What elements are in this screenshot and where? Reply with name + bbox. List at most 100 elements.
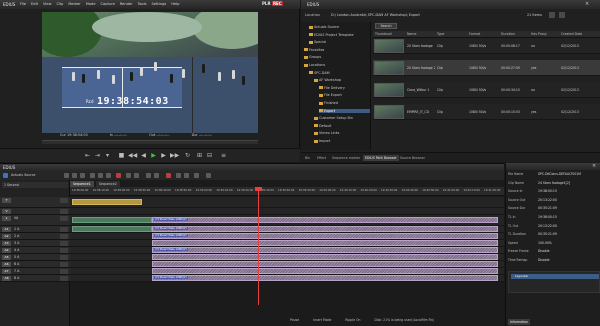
menu-clip[interactable]: Clip xyxy=(57,2,64,6)
set-in-icon[interactable]: ⇤ xyxy=(84,152,91,159)
play-mode-label[interactable]: PLR xyxy=(262,1,271,6)
track-toggle-icon[interactable] xyxy=(60,241,68,246)
scale-selector[interactable]: 1 Second xyxy=(2,182,68,188)
track-lane[interactable]: [V] Stuart Wale 1080i[2] xyxy=(70,275,504,282)
track-lane[interactable] xyxy=(70,240,504,247)
rec-mode-label[interactable]: REC xyxy=(271,1,283,6)
track-lane[interactable] xyxy=(70,268,504,275)
step-back-icon[interactable]: ◀ xyxy=(140,152,147,159)
col-thumbnail[interactable]: Thumbnail xyxy=(375,32,392,36)
clip-row[interactable]: EMPIRE_IT_CD Clip 1080i 50i/s 00:00:15:03 ye… xyxy=(373,104,600,120)
tab-information[interactable]: Information xyxy=(508,319,530,325)
play-rec-toggle[interactable]: PLR REC xyxy=(262,1,283,6)
menu-tools[interactable]: Tools xyxy=(138,2,147,6)
tree-folder[interactable]: Vimeo Links xyxy=(314,131,370,135)
redo-icon[interactable] xyxy=(134,173,139,178)
audio-clip[interactable] xyxy=(152,254,498,260)
save-icon[interactable] xyxy=(80,173,85,178)
clip-row[interactable]: Clara_Wilbur 1 Clip 1080i 50i/s 00:00:34:15… xyxy=(373,82,600,98)
menu-capture[interactable]: Capture xyxy=(101,2,115,6)
col-type[interactable]: Type xyxy=(437,32,444,36)
tree-folder[interactable]: File Export xyxy=(319,93,370,97)
play-icon[interactable]: ▶ xyxy=(150,152,157,159)
track-header[interactable]: A2 2 A xyxy=(0,233,70,240)
tree-folder[interactable]: Export xyxy=(319,108,370,113)
col-format[interactable]: Format xyxy=(469,32,480,36)
audio-clip[interactable]: [V] Stuart Wale 1080i[2] xyxy=(152,233,498,239)
close-icon[interactable]: × xyxy=(592,163,596,169)
tab-effect[interactable]: Effect xyxy=(315,155,328,161)
mode-label[interactable]: Actuals Source xyxy=(11,173,35,177)
tree-folder[interactable]: Locations xyxy=(304,63,370,67)
loop-icon[interactable]: ↻ xyxy=(184,152,191,159)
delete-icon[interactable] xyxy=(116,173,121,178)
step-forward-icon[interactable]: ▶ xyxy=(160,152,167,159)
ripple-icon[interactable] xyxy=(154,173,159,178)
title-clip[interactable] xyxy=(72,199,142,205)
tab-sequence-marker[interactable]: Sequence marker xyxy=(330,155,362,161)
track-toggle-icon[interactable] xyxy=(60,216,68,221)
menu-render[interactable]: Render xyxy=(120,2,133,6)
track-toggle-icon[interactable] xyxy=(60,227,68,232)
mixer-icon[interactable] xyxy=(176,173,181,178)
track-toggle-icon[interactable] xyxy=(60,248,68,253)
view-mode-icon[interactable] xyxy=(549,12,555,18)
tree-folder[interactable]: SPC-DAM xyxy=(309,71,370,75)
track-lane[interactable]: [V] Stuart Wale 1080i[2] xyxy=(70,233,504,240)
track-lane[interactable] xyxy=(70,254,504,261)
track-header[interactable]: A8 8 A xyxy=(0,275,70,282)
track-toggle-icon[interactable] xyxy=(60,234,68,239)
paste-icon[interactable] xyxy=(106,173,111,178)
audio-clip[interactable]: [V] Stuart Wale 1080i[2] xyxy=(152,247,498,253)
track-header[interactable]: 1 VA xyxy=(0,215,70,226)
menu-settings[interactable]: Settings xyxy=(151,2,166,6)
fast-forward-icon[interactable]: ▶▶ xyxy=(170,152,179,159)
track-toggle-icon[interactable] xyxy=(60,209,68,214)
col-created-date[interactable]: Created Date xyxy=(561,32,582,36)
stop-icon[interactable]: ■ xyxy=(118,152,125,159)
undo-icon[interactable] xyxy=(126,173,131,178)
menu-edit[interactable]: Edit xyxy=(31,2,38,6)
record-icon[interactable] xyxy=(166,173,171,178)
track-header[interactable]: A6 6 A xyxy=(0,261,70,268)
clip-thumbnail[interactable] xyxy=(374,105,404,119)
track-header[interactable]: A7 7 A xyxy=(0,268,70,275)
menu-view[interactable]: View xyxy=(43,2,52,6)
clip-row[interactable]: 20 Stars footage Clip 1080i 50i/s 00:00:08:… xyxy=(373,38,600,54)
tab-path-browser[interactable]: EDIUS Path Browser xyxy=(363,155,399,161)
track-lane[interactable]: [V] Stuart Wale 1080i[2] xyxy=(70,247,504,254)
tree-folder[interactable]: AF Workshop xyxy=(314,78,370,82)
track-header[interactable]: A1 1 A xyxy=(0,226,70,233)
close-icon[interactable]: × xyxy=(585,1,589,7)
track-header[interactable]: A4 4 A xyxy=(0,247,70,254)
track-header[interactable]: A3 3 A xyxy=(0,240,70,247)
col-proxy[interactable]: Has Proxy xyxy=(531,32,547,36)
cut-icon[interactable] xyxy=(90,173,95,178)
clip-thumbnail[interactable] xyxy=(374,39,404,53)
tree-folder[interactable]: Finished xyxy=(319,101,370,105)
rewind-icon[interactable]: ◀◀ xyxy=(128,152,137,159)
track-header[interactable]: A5 5 A xyxy=(0,254,70,261)
track-toggle-icon[interactable] xyxy=(60,269,68,274)
track-toggle-icon[interactable] xyxy=(60,255,68,260)
track-lane[interactable] xyxy=(70,261,504,268)
tree-folder[interactable]: Favorites xyxy=(304,48,370,52)
track-lane[interactable]: [V] Stuart Wale 1080i[2] xyxy=(70,215,504,226)
tree-folder[interactable]: Groups xyxy=(304,55,370,59)
track-header[interactable]: V xyxy=(0,208,70,215)
audio-clip[interactable]: [V] Stuart Wale 1080i[2] xyxy=(152,275,498,281)
audio-clip[interactable]: [V] Stuart Wale 1080i[2] xyxy=(152,226,498,232)
clip-row[interactable]: 20 Stars footage 2 Clip 1080i 50i/s 00:00:2… xyxy=(373,60,600,76)
video-clip[interactable] xyxy=(72,217,152,223)
mode-icon[interactable] xyxy=(3,173,8,178)
tree-folder[interactable]: EDIUS Project Template xyxy=(309,33,370,37)
open-icon[interactable] xyxy=(72,173,77,178)
menu-icon[interactable]: ≡ xyxy=(220,152,227,159)
audio-clip[interactable] xyxy=(152,268,498,274)
menu-help[interactable]: Help xyxy=(171,2,179,6)
tree-folder[interactable]: Import xyxy=(314,139,370,143)
track-toggle-icon[interactable] xyxy=(60,262,68,267)
search-button[interactable]: Search xyxy=(375,23,397,29)
clip-thumbnail[interactable] xyxy=(374,61,404,75)
menu-marker[interactable]: Marker xyxy=(68,2,80,6)
